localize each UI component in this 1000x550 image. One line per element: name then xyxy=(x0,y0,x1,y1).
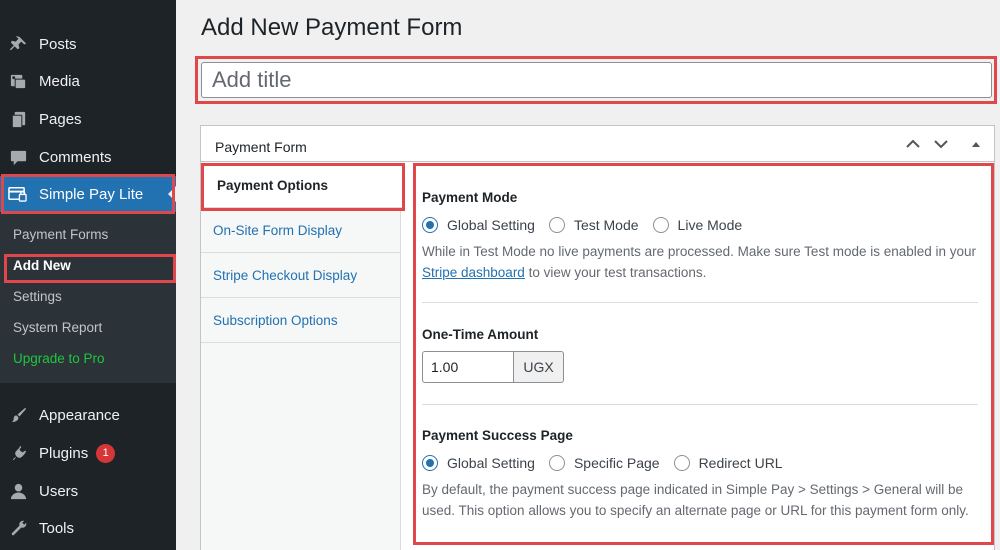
move-down-icon[interactable] xyxy=(932,136,950,152)
move-up-icon[interactable] xyxy=(904,136,922,152)
tab-payment-options[interactable]: Payment Options xyxy=(201,163,402,208)
tab-on-site-form-display[interactable]: On-Site Form Display xyxy=(201,208,401,253)
collapse-toggle-icon[interactable] xyxy=(967,136,985,152)
radio-label: Global Setting xyxy=(447,455,535,471)
success-page-description: By default, the payment success page ind… xyxy=(422,482,969,518)
menu-users[interactable]: Users xyxy=(0,472,176,510)
panel-header: Payment Form xyxy=(201,126,994,162)
submenu-add-new[interactable]: Add New xyxy=(13,258,71,273)
current-menu-arrow xyxy=(168,186,176,202)
menu-posts[interactable]: Posts xyxy=(0,25,176,63)
menu-appearance[interactable]: Appearance xyxy=(0,396,176,434)
one-time-amount-label: One-Time Amount xyxy=(422,327,539,342)
menu-label: Simple Pay Lite xyxy=(39,185,144,203)
menu-media[interactable]: Media xyxy=(0,62,176,100)
menu-plugins[interactable]: Plugins 1 xyxy=(0,434,176,472)
desc-text: to view your test transactions. xyxy=(524,265,707,280)
menu-label: Appearance xyxy=(39,406,120,424)
radio-specific-page[interactable] xyxy=(548,455,565,471)
panel-tabs: Payment Options On-Site Form Display Str… xyxy=(201,163,402,550)
payment-mode-description: While in Test Mode no live payments are … xyxy=(422,241,982,283)
radio-label: Test Mode xyxy=(573,217,639,233)
panel-title: Payment Form xyxy=(215,139,307,155)
radio-global-setting[interactable] xyxy=(422,455,438,471)
radio-label: Global Setting xyxy=(447,217,535,233)
menu-label: Users xyxy=(39,482,79,500)
page-title: Add New Payment Form xyxy=(201,14,463,41)
menu-label: Tools xyxy=(39,519,75,537)
admin-sidebar: Posts Media Pages Comments Simple Pay Li… xyxy=(0,0,176,550)
submenu-upgrade-to-pro[interactable]: Upgrade to Pro xyxy=(13,351,105,366)
menu-label: Plugins xyxy=(39,444,89,462)
wrench-icon xyxy=(8,518,28,538)
menu-tools[interactable]: Tools xyxy=(0,509,176,547)
radio-label: Redirect URL xyxy=(698,455,783,471)
user-icon xyxy=(8,481,28,501)
radio-redirect-url[interactable] xyxy=(673,455,690,471)
menu-comments[interactable]: Comments xyxy=(0,138,176,176)
divider xyxy=(422,404,978,405)
plugin-icon xyxy=(8,443,28,463)
menu-pages[interactable]: Pages xyxy=(0,100,176,138)
tab-subscription-options[interactable]: Subscription Options xyxy=(201,298,401,343)
menu-label: Comments xyxy=(39,148,112,166)
menu-simple-pay-lite[interactable]: Simple Pay Lite xyxy=(0,176,176,212)
amount-input[interactable] xyxy=(422,351,514,383)
payment-success-page-label: Payment Success Page xyxy=(422,428,573,443)
media-icon xyxy=(8,71,28,91)
tab-stripe-checkout-display[interactable]: Stripe Checkout Display xyxy=(201,253,401,298)
title-input[interactable] xyxy=(201,62,992,98)
comment-icon xyxy=(8,147,28,167)
success-page-radios: Global Setting Specific Page Redirect UR… xyxy=(422,455,797,471)
radio-test-mode[interactable] xyxy=(548,217,565,233)
stripe-dashboard-link[interactable]: Stripe dashboard xyxy=(422,265,525,280)
menu-label: Media xyxy=(39,72,80,90)
submenu-payment-forms[interactable]: Payment Forms xyxy=(13,227,108,242)
radio-label: Live Mode xyxy=(677,217,743,233)
payment-mode-radios: Global Setting Test Mode Live Mode xyxy=(422,217,756,233)
desc-text: While in Test Mode no live payments are … xyxy=(422,244,977,259)
pages-icon xyxy=(8,109,28,129)
menu-label: Pages xyxy=(39,110,82,128)
simple-pay-icon xyxy=(8,184,28,204)
radio-global-setting[interactable] xyxy=(422,217,438,233)
radio-live-mode[interactable] xyxy=(652,217,669,233)
submenu-settings[interactable]: Settings xyxy=(13,289,62,304)
payment-mode-label: Payment Mode xyxy=(422,190,518,205)
paintbrush-icon xyxy=(8,405,28,425)
simple-pay-submenu: Payment Forms Add New Settings System Re… xyxy=(0,213,176,383)
menu-label: Posts xyxy=(39,35,77,53)
currency-addon: UGX xyxy=(513,351,564,383)
submenu-system-report[interactable]: System Report xyxy=(13,320,102,335)
divider xyxy=(422,302,978,303)
pushpin-icon xyxy=(8,34,28,54)
plugins-update-badge: 1 xyxy=(96,443,116,463)
radio-label: Specific Page xyxy=(573,455,660,471)
